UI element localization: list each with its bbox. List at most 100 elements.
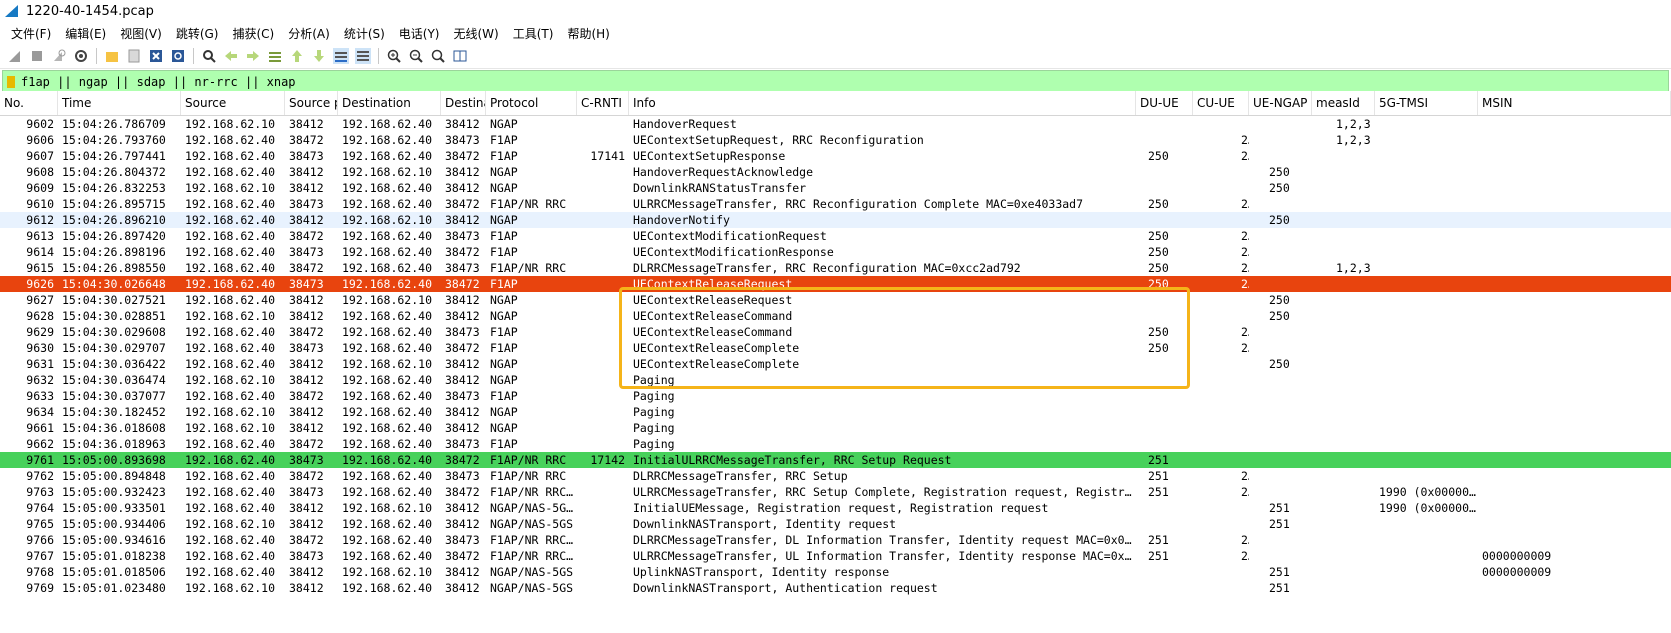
back-arrow-icon[interactable] [223,48,239,64]
source-cell: 192.168.62.40 [185,533,276,547]
source-port-cell: 38473 [289,341,324,355]
column-header-msin[interactable]: MSIN [1478,91,1671,115]
packet-row[interactable]: 9606 15:04:26.793760 192.168.62.40 38472 192… [0,132,1671,148]
menu-item[interactable]: 捕获(C) [225,25,281,42]
display-filter-input[interactable]: f1ap || ngap || sdap || nr-rrc || xnap [21,75,296,89]
menu-item[interactable]: 电话(Y) [392,25,447,42]
packet-row[interactable]: 9765 15:05:00.934406 192.168.62.10 38412 192… [0,516,1671,532]
packet-row[interactable]: 9607 15:04:26.797441 192.168.62.40 38473 192… [0,148,1671,164]
packet-row[interactable]: 9763 15:05:00.932423 192.168.62.40 38473 192… [0,484,1671,500]
menu-item[interactable]: 编辑(E) [58,25,113,42]
du-ue-cell: 250 [1148,261,1169,275]
forward-arrow-icon[interactable] [245,48,261,64]
packet-row[interactable]: 9610 15:04:26.895715 192.168.62.40 38473 192… [0,196,1671,212]
save-file-icon[interactable] [126,48,142,64]
destination-port-cell: 38473 [445,325,480,339]
destination-port-cell: 38473 [445,261,480,275]
packet-row[interactable]: 9762 15:05:00.894848 192.168.62.40 38472 192… [0,468,1671,484]
menu-item[interactable]: 视图(V) [113,25,169,42]
packet-row[interactable]: 9634 15:04:30.182452 192.168.62.10 38412 192… [0,404,1671,420]
protocol-cell: NGAP/NAS-5GS [490,517,574,531]
time-cell: 15:04:26.898196 [62,245,166,259]
column-header-meas[interactable]: measId [1312,91,1375,115]
menu-item[interactable]: 文件(F) [4,25,58,42]
ue-ngap-cell: 250 [1269,181,1290,195]
column-header-sport[interactable]: Source p [285,91,338,115]
menu-item[interactable]: 帮助(H) [560,25,616,42]
zoom-out-icon[interactable] [408,48,424,64]
column-header-dst[interactable]: Destination [338,91,441,115]
no-cell: 9761 [26,453,54,467]
packet-row[interactable]: 9628 15:04:30.028851 192.168.62.10 38412 192… [0,308,1671,324]
packet-row[interactable]: 9768 15:05:01.018506 192.168.62.40 38412 192… [0,564,1671,580]
colorize-icon[interactable] [355,48,371,64]
column-header-info[interactable]: Info [629,91,1136,115]
column-header-tmsi[interactable]: 5G-TMSI [1375,91,1478,115]
packet-row[interactable]: 9614 15:04:26.898196 192.168.62.40 38473 192… [0,244,1671,260]
destination-cell: 192.168.62.40 [342,149,433,163]
menu-item[interactable]: 无线(W) [447,25,506,42]
source-port-cell: 38473 [289,277,324,291]
packet-row[interactable]: 9602 15:04:26.786709 192.168.62.10 38412 192… [0,116,1671,132]
menu-item[interactable]: 统计(S) [337,25,392,42]
no-cell: 9630 [26,341,54,355]
column-header-crnti[interactable]: C-RNTI [577,91,629,115]
zoom-in-icon[interactable] [386,48,402,64]
packet-row[interactable]: 9633 15:04:30.037077 192.168.62.40 38472 192… [0,388,1671,404]
resize-columns-icon[interactable] [452,48,468,64]
last-packet-icon[interactable] [311,48,327,64]
close-file-icon[interactable] [148,48,164,64]
no-cell: 9626 [26,277,54,291]
destination-port-cell: 38472 [445,341,480,355]
ue-ngap-cell: 251 [1269,581,1290,595]
column-header-cu[interactable]: CU-UE [1193,91,1249,115]
shark-fin-start-icon[interactable] [7,48,23,64]
options-gear-icon[interactable] [73,48,89,64]
menu-item[interactable]: 跳转(G) [169,25,226,42]
column-header-proto[interactable]: Protocol [486,91,577,115]
stop-icon[interactable] [29,48,45,64]
info-cell: DLRRCMessageTransfer, RRC Reconfiguratio… [633,261,1021,275]
packet-row[interactable]: 9767 15:05:01.018238 192.168.62.40 38473 192… [0,548,1671,564]
destination-port-cell: 38472 [445,197,480,211]
c-rnti-cell: 17142 [590,453,625,467]
reload-icon[interactable] [170,48,186,64]
restart-icon[interactable] [51,48,67,64]
column-header-no[interactable]: No. [0,91,58,115]
autoscroll-icon[interactable] [333,48,349,64]
goto-packet-icon[interactable] [267,48,283,64]
packet-row[interactable]: 9661 15:04:36.018608 192.168.62.10 38412 192… [0,420,1671,436]
column-header-dport[interactable]: Destina [441,91,486,115]
find-icon[interactable] [201,48,217,64]
menu-item[interactable]: 分析(A) [281,25,337,42]
zoom-normal-icon[interactable] [430,48,446,64]
packet-row[interactable]: 9629 15:04:30.029608 192.168.62.40 38472 192… [0,324,1671,340]
packet-row[interactable]: 9608 15:04:26.804372 192.168.62.40 38412 192… [0,164,1671,180]
packet-row[interactable]: 9662 15:04:36.018963 192.168.62.40 38472 192… [0,436,1671,452]
packet-row[interactable]: 9613 15:04:26.897420 192.168.62.40 38472 192… [0,228,1671,244]
packet-row[interactable]: 9761 15:05:00.893698 192.168.62.40 38473 192… [0,452,1671,468]
info-cell: DownlinkRANStatusTransfer [633,181,807,195]
packet-row[interactable]: 9626 15:04:30.026648 192.168.62.40 38473 192… [0,276,1671,292]
cu-ue-cell: 250 [1241,277,1249,291]
packet-row[interactable]: 9764 15:05:00.933501 192.168.62.40 38412 192… [0,500,1671,516]
open-folder-icon[interactable] [104,48,120,64]
packet-row[interactable]: 9612 15:04:26.896210 192.168.62.40 38412 192… [0,212,1671,228]
packet-row[interactable]: 9630 15:04:30.029707 192.168.62.40 38473 192… [0,340,1671,356]
column-header-ngap[interactable]: UE-NGAP [1249,91,1312,115]
packet-row[interactable]: 9769 15:05:01.023480 192.168.62.10 38412 192… [0,580,1671,596]
packet-row[interactable]: 9632 15:04:30.036474 192.168.62.10 38412 192… [0,372,1671,388]
packet-row[interactable]: 9615 15:04:26.898550 192.168.62.40 38472 192… [0,260,1671,276]
first-packet-icon[interactable] [289,48,305,64]
protocol-cell: NGAP [490,213,518,227]
menu-item[interactable]: 工具(T) [506,25,561,42]
destination-cell: 192.168.62.40 [342,181,433,195]
filter-bookmark-icon[interactable] [7,76,15,88]
packet-row[interactable]: 9766 15:05:00.934616 192.168.62.40 38472 192… [0,532,1671,548]
column-header-du[interactable]: DU-UE [1136,91,1193,115]
packet-row[interactable]: 9627 15:04:30.027521 192.168.62.40 38412 192… [0,292,1671,308]
packet-row[interactable]: 9609 15:04:26.832253 192.168.62.10 38412 192… [0,180,1671,196]
column-header-src[interactable]: Source [181,91,285,115]
packet-row[interactable]: 9631 15:04:30.036422 192.168.62.40 38412 192… [0,356,1671,372]
column-header-time[interactable]: Time [58,91,181,115]
